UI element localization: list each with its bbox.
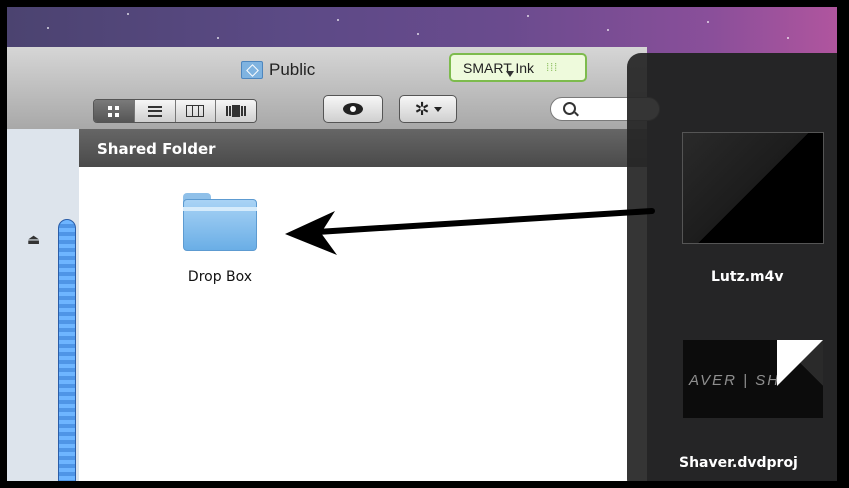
screen: Public SMART Ink ⁞⁞⁞ ✲ ⏏ Shared Folder D… (7, 7, 837, 481)
screenshot-frame: Public SMART Ink ⁞⁞⁞ ✲ ⏏ Shared Folder D… (0, 0, 849, 488)
drag-arrow (285, 208, 655, 255)
